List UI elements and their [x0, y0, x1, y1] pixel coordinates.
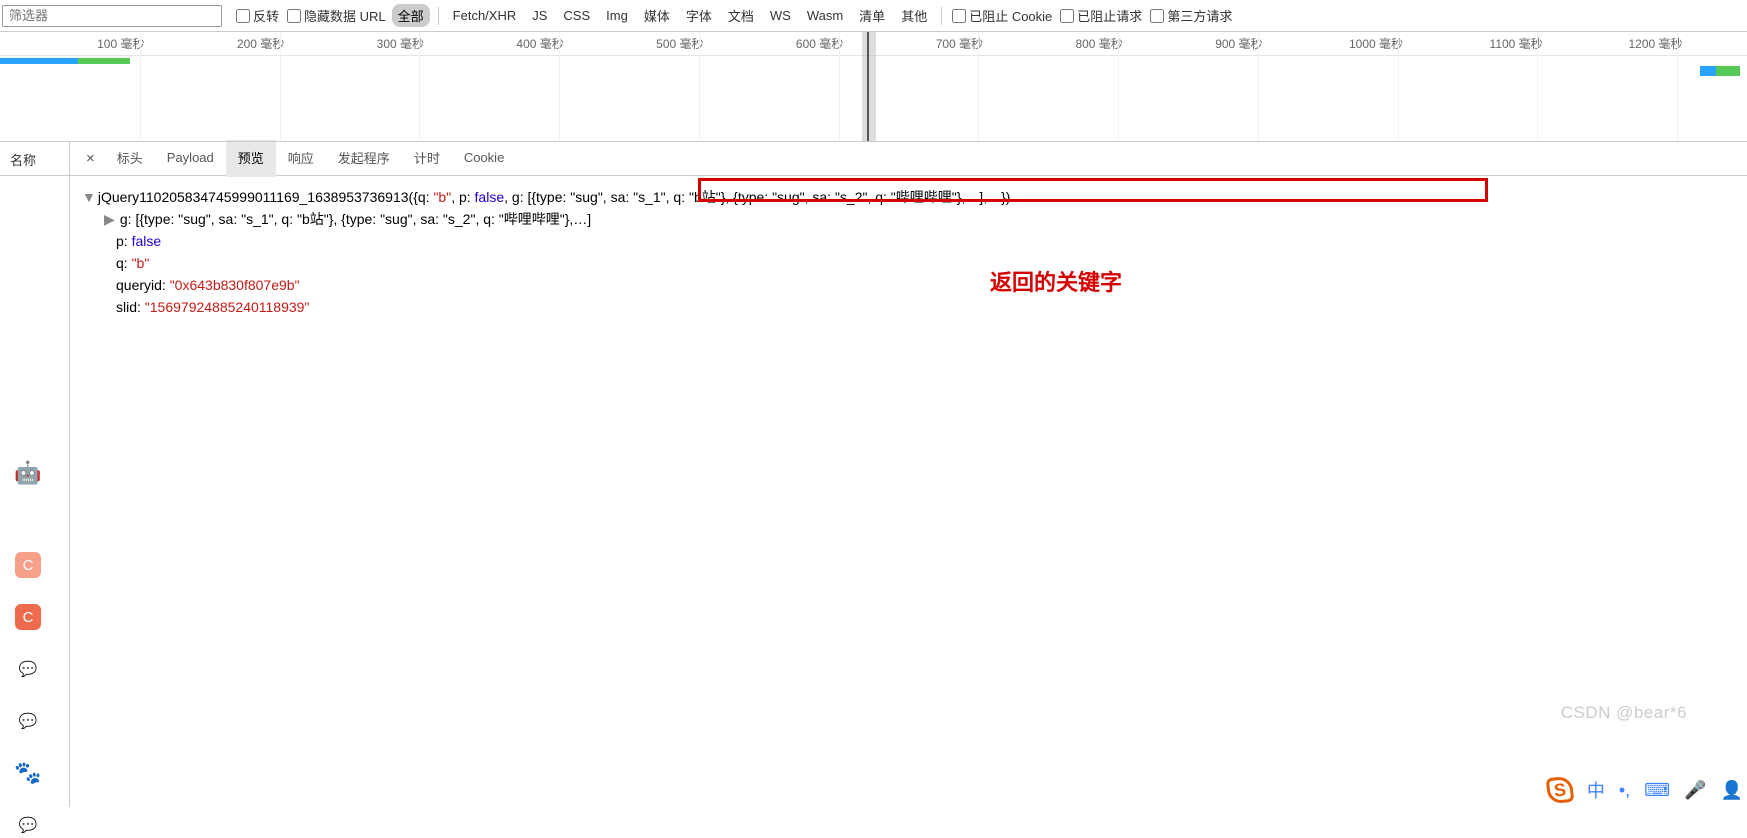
detail-tablist: × 标头 Payload 预览 响应 发起程序 计时 Cookie [70, 142, 1747, 176]
tree-g-line[interactable]: ▶ g: [{type: "sug", sa: "s_1", q: "b站"},… [104, 208, 1735, 230]
blocked-cookies-checkbox[interactable]: 已阻止 Cookie [952, 6, 1052, 25]
message-icon-3[interactable]: 💬 [15, 812, 41, 838]
annotation-label: 返回的关键字 [990, 272, 1122, 294]
ime-user-icon[interactable]: 👤 [1721, 780, 1743, 801]
csdn-icon[interactable]: C [15, 604, 41, 630]
tab-initiator[interactable]: 发起程序 [326, 140, 402, 177]
timeline-tick: 900 毫秒 [1215, 35, 1262, 52]
watermark: CSDN @bear*6 [1561, 703, 1687, 723]
ime-punct-icon[interactable]: •, [1619, 780, 1630, 801]
rtype-doc[interactable]: 文档 [722, 4, 760, 27]
tab-timing[interactable]: 计时 [402, 140, 452, 177]
name-header[interactable]: 名称 [0, 142, 69, 176]
timeline-tick: 300 毫秒 [377, 35, 424, 52]
csdn-icon-light[interactable]: C [15, 552, 41, 578]
triangle-right-icon[interactable]: ▶ [104, 208, 116, 230]
detail-panel: × 标头 Payload 预览 响应 发起程序 计时 Cookie ▼ jQue… [70, 142, 1747, 807]
invert-checkbox[interactable]: 反转 [236, 6, 279, 25]
ime-tray: S 中 •, ⌨ 🎤 👤 [1547, 777, 1743, 803]
network-filter-bar: 反转 隐藏数据 URL 全部 Fetch/XHR JS CSS Img 媒体 字… [0, 0, 1747, 32]
tree-queryid-line: queryid: "0x643b830f807e9b" [104, 274, 1735, 296]
rtype-img[interactable]: Img [600, 6, 634, 25]
tab-preview[interactable]: 预览 [226, 140, 276, 177]
robot-icon[interactable]: 🤖 [15, 460, 41, 486]
baidu-paw-icon[interactable]: 🐾 [15, 760, 41, 786]
tree-p-line: p: false [104, 230, 1735, 252]
timeline-tick: 1000 毫秒 [1349, 35, 1403, 52]
tree-q-line: q: "b" [104, 252, 1735, 274]
tree-slid-line: slid: "15697924885240118939" [104, 296, 1735, 318]
timeline-tick: 600 毫秒 [796, 35, 843, 52]
timeline-tick: 700 毫秒 [936, 35, 983, 52]
rtype-manifest[interactable]: 清单 [853, 4, 891, 27]
preview-body: ▼ jQuery110205834745999011169_1638953736… [70, 176, 1747, 807]
network-timeline[interactable]: 100 毫秒 200 毫秒 300 毫秒 400 毫秒 500 毫秒 600 毫秒 700 … [0, 32, 1747, 142]
rtype-js[interactable]: JS [526, 6, 553, 25]
activity-segment [1700, 66, 1740, 76]
timeline-tick: 500 毫秒 [656, 35, 703, 52]
blocked-requests-checkbox[interactable]: 已阻止请求 [1060, 6, 1142, 25]
separator [941, 7, 942, 25]
tab-cookies[interactable]: Cookie [452, 142, 516, 175]
time-cursor[interactable] [867, 32, 869, 142]
rtype-wasm[interactable]: Wasm [801, 6, 849, 25]
ime-zh-icon[interactable]: 中 [1587, 777, 1605, 803]
sogou-icon[interactable]: S [1546, 776, 1575, 805]
triangle-down-icon[interactable]: ▼ [82, 186, 94, 208]
rtype-ws[interactable]: WS [764, 6, 797, 25]
rtype-css[interactable]: CSS [557, 6, 596, 25]
main-area: 名称 × 标头 Payload 预览 响应 发起程序 计时 Cookie ▼ j… [0, 142, 1747, 807]
timeline-tick: 200 毫秒 [237, 35, 284, 52]
separator [438, 7, 439, 25]
message-icon-2[interactable]: 💬 [15, 708, 41, 734]
timeline-tick: 400 毫秒 [516, 35, 563, 52]
rtype-media[interactable]: 媒体 [638, 4, 676, 27]
tab-response[interactable]: 响应 [276, 140, 326, 177]
ime-keyboard-icon[interactable]: ⌨ [1644, 780, 1670, 801]
filter-input[interactable] [2, 5, 222, 27]
tab-payload[interactable]: Payload [155, 142, 226, 175]
rtype-fetch[interactable]: Fetch/XHR [447, 6, 523, 25]
close-icon[interactable]: × [76, 150, 105, 167]
third-party-checkbox[interactable]: 第三方请求 [1150, 6, 1232, 25]
timeline-tick: 1200 毫秒 [1628, 35, 1682, 52]
rtype-font[interactable]: 字体 [680, 4, 718, 27]
activity-segment [0, 58, 130, 64]
rtype-other[interactable]: 其他 [895, 4, 933, 27]
message-icon[interactable]: 💬 [15, 656, 41, 682]
rtype-all[interactable]: 全部 [392, 4, 430, 27]
ime-voice-icon[interactable]: 🎤 [1684, 780, 1706, 801]
timeline-tick: 1100 毫秒 [1490, 35, 1543, 52]
hide-data-url-checkbox[interactable]: 隐藏数据 URL [287, 6, 386, 25]
tree-root-line[interactable]: ▼ jQuery110205834745999011169_1638953736… [82, 186, 1735, 208]
timeline-tick: 800 毫秒 [1075, 35, 1122, 52]
left-icon-rail: 🤖 C C 💬 💬 🐾 💬 [6, 500, 50, 838]
timeline-tick: 100 毫秒 [97, 35, 144, 52]
time-cursor-range [862, 32, 876, 142]
tab-headers[interactable]: 标头 [105, 140, 155, 177]
